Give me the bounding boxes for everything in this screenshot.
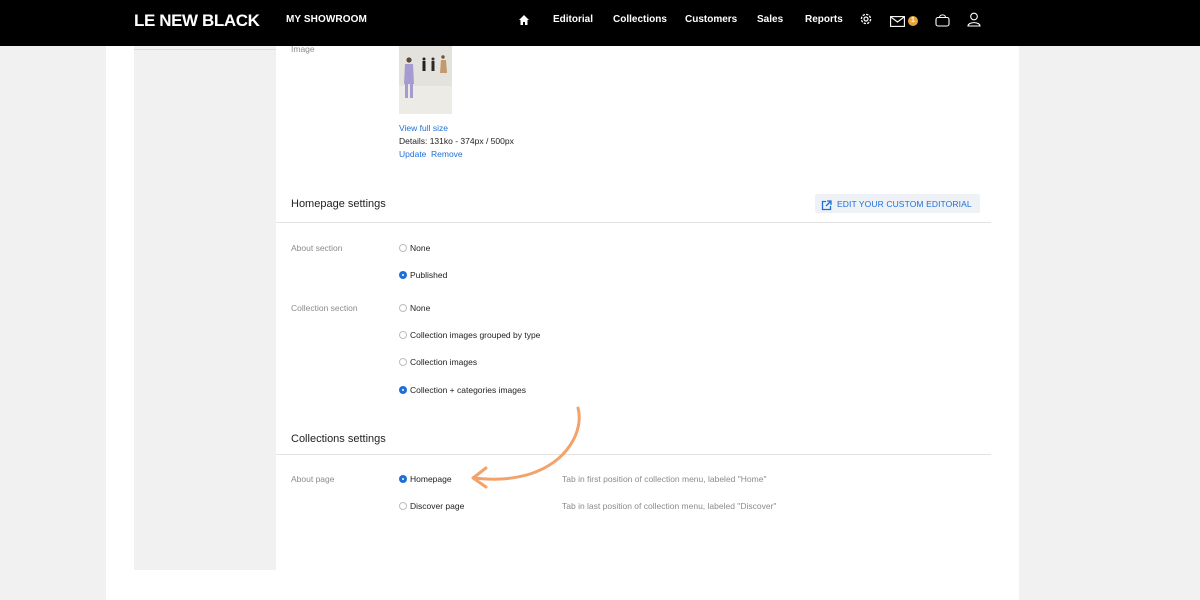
radio-label: Discover page xyxy=(410,501,465,511)
radio-checked[interactable] xyxy=(399,475,407,483)
view-full-size-link[interactable]: View full size xyxy=(399,123,448,133)
image-details: Details: 131ko - 374px / 500px xyxy=(399,136,514,146)
radio-label: Collection + categories images xyxy=(410,385,526,395)
top-navigation-bar: LE NEW BLACK MY SHOWROOM Editorial Colle… xyxy=(0,0,1200,46)
nav-reports[interactable]: Reports xyxy=(805,14,843,25)
notification-badge: 1 xyxy=(908,16,918,26)
image-label: Image xyxy=(291,44,315,54)
radio-label: Homepage xyxy=(410,474,452,484)
homepage-hint: Tab in first position of collection menu… xyxy=(562,474,767,484)
external-link-icon xyxy=(821,198,832,216)
radio-label: None xyxy=(410,243,431,253)
gear-icon[interactable] xyxy=(859,12,873,31)
nav-customers[interactable]: Customers xyxy=(685,14,737,25)
edit-custom-editorial-label: EDIT YOUR CUSTOM EDITORIAL xyxy=(837,199,972,209)
collection-section-label: Collection section xyxy=(291,303,358,313)
remove-image-link[interactable]: Remove xyxy=(431,149,463,159)
annotation-arrow xyxy=(471,406,581,489)
nav-editorial[interactable]: Editorial xyxy=(553,14,593,25)
update-image-link[interactable]: Update xyxy=(399,149,426,159)
edit-custom-editorial-button[interactable]: EDIT YOUR CUSTOM EDITORIAL xyxy=(815,194,980,213)
radio-unchecked[interactable] xyxy=(399,502,407,510)
radio-label: Collection images xyxy=(410,357,478,367)
radio-unchecked[interactable] xyxy=(399,244,407,252)
settings-sidebar xyxy=(134,46,276,570)
editorial-image-thumbnail[interactable] xyxy=(399,46,452,114)
mail-icon[interactable] xyxy=(890,14,905,32)
section-divider xyxy=(276,454,991,455)
radio-label: Collection images grouped by type xyxy=(410,330,541,340)
radio-unchecked[interactable] xyxy=(399,358,407,366)
home-icon[interactable] xyxy=(518,13,530,31)
radio-checked[interactable] xyxy=(399,386,407,394)
shopping-bag-icon[interactable] xyxy=(935,13,950,32)
section-divider xyxy=(276,222,991,223)
radio-label: Published xyxy=(410,270,448,280)
homepage-settings-title: Homepage settings xyxy=(291,198,386,210)
about-section-label: About section xyxy=(291,243,343,253)
user-icon[interactable] xyxy=(967,12,981,32)
radio-unchecked[interactable] xyxy=(399,331,407,339)
showroom-link[interactable]: MY SHOWROOM xyxy=(286,14,367,25)
nav-sales[interactable]: Sales xyxy=(757,14,783,25)
radio-checked[interactable] xyxy=(399,271,407,279)
radio-unchecked[interactable] xyxy=(399,304,407,312)
about-page-label: About page xyxy=(291,474,335,484)
discover-hint: Tab in last position of collection menu,… xyxy=(562,501,777,511)
nav-collections[interactable]: Collections xyxy=(613,14,667,25)
radio-label: None xyxy=(410,303,431,313)
collections-settings-title: Collections settings xyxy=(291,433,386,445)
brand-logo[interactable]: LE NEW BLACK xyxy=(134,11,260,31)
sidebar-divider xyxy=(134,49,276,50)
